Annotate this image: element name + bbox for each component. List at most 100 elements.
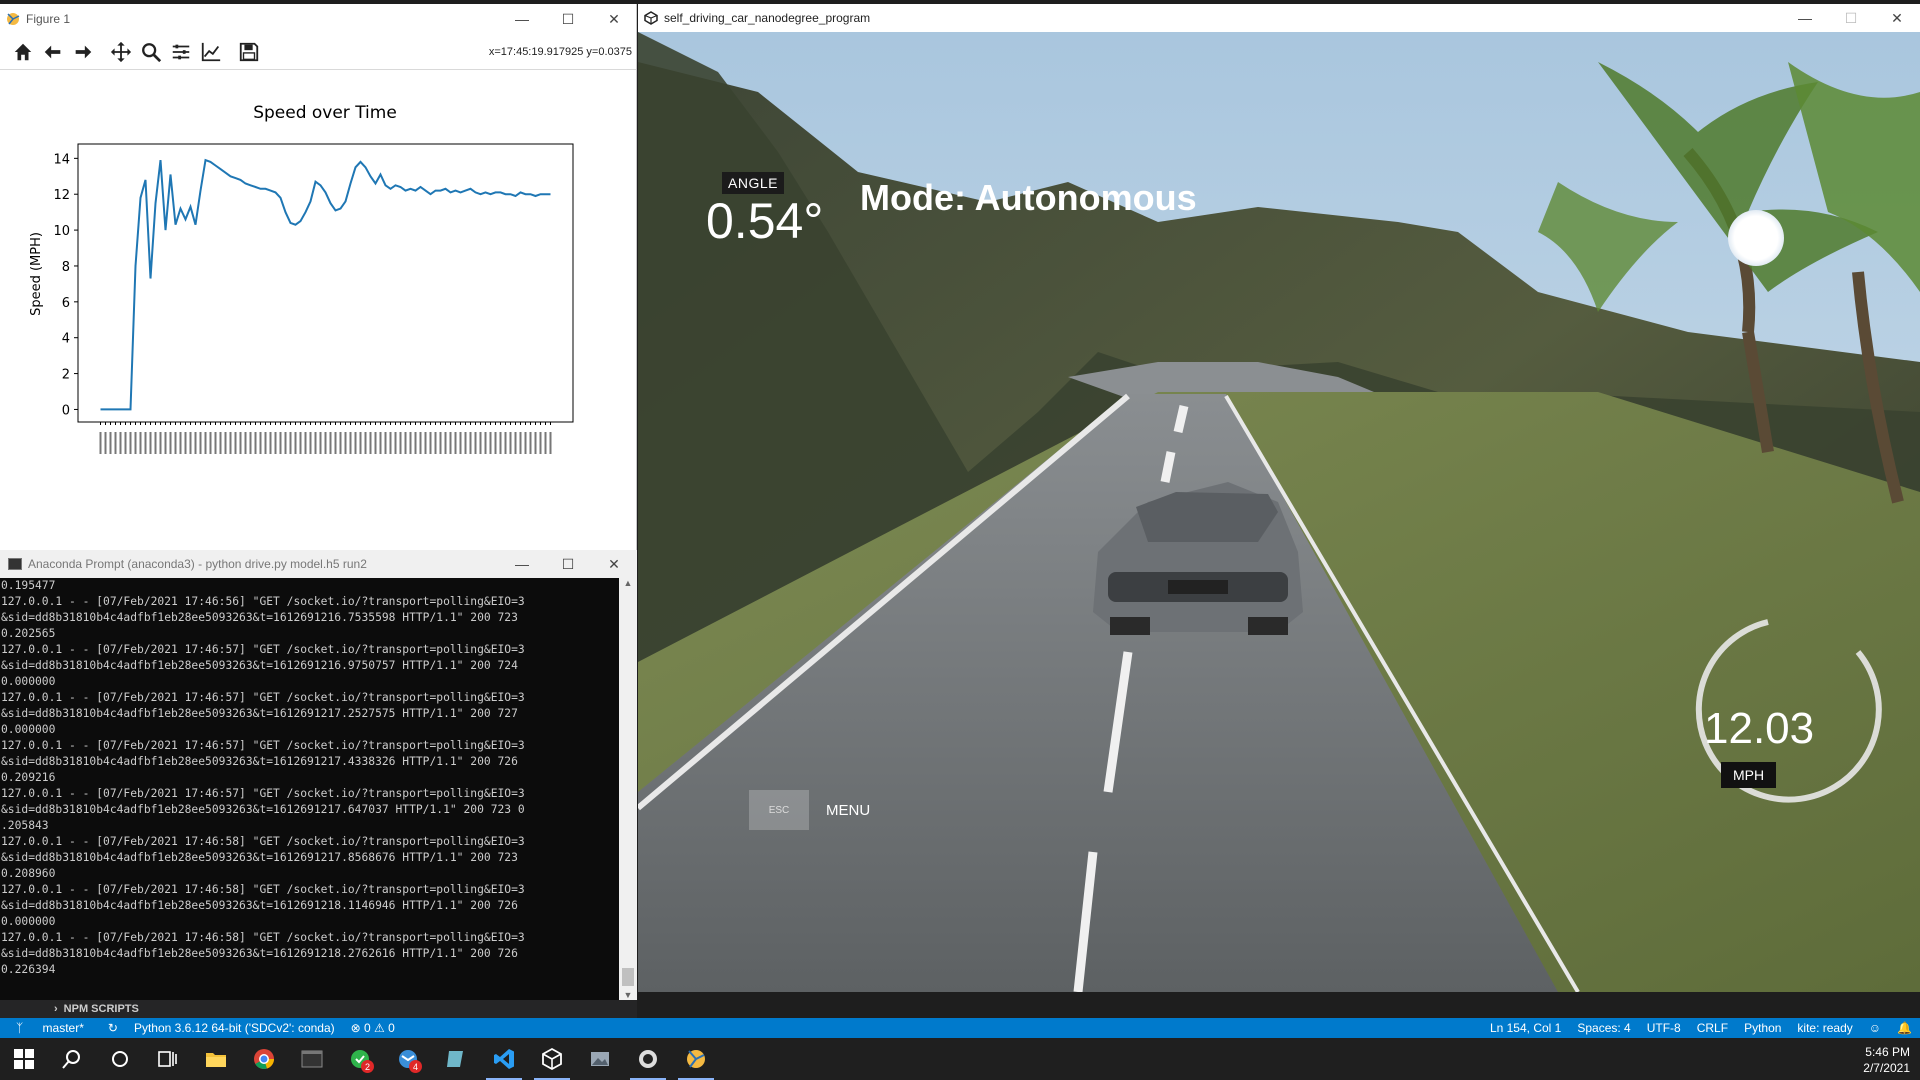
console-line: &sid=dd8b31810b4c4adfbf1eb28ee5093263&t=… bbox=[1, 659, 518, 672]
problems-indicator[interactable]: ⊗ 0 ⚠ 0 bbox=[343, 1021, 403, 1035]
x-tick-label bbox=[224, 432, 227, 454]
sim-close-button[interactable]: ✕ bbox=[1874, 4, 1920, 32]
maximize-button[interactable]: ☐ bbox=[545, 4, 591, 34]
encoding[interactable]: UTF-8 bbox=[1639, 1021, 1689, 1035]
x-tick-label bbox=[469, 432, 472, 454]
terminal-icon[interactable] bbox=[288, 1038, 336, 1080]
angle-value: 0.54° bbox=[706, 193, 824, 249]
speed-chart[interactable]: Speed over Time Speed (MPH) 0 2 4 6 8 10 12 14 bbox=[0, 70, 637, 548]
prompt-title: Anaconda Prompt (anaconda3) - python dri… bbox=[28, 557, 367, 571]
console-line: 0.208960 bbox=[1, 867, 56, 880]
prompt-titlebar[interactable]: Anaconda Prompt (anaconda3) - python dri… bbox=[0, 550, 637, 578]
menu-button[interactable]: MENU bbox=[826, 802, 870, 819]
x-tick-label bbox=[169, 432, 172, 454]
y-tick-label: 8 bbox=[62, 260, 70, 275]
messaging-app-icon[interactable]: 2 bbox=[336, 1038, 384, 1080]
clock-date: 2/7/2021 bbox=[1863, 1061, 1910, 1075]
console-line: 0.202565 bbox=[1, 627, 56, 640]
notifications-icon[interactable]: 🔔 bbox=[1889, 1021, 1920, 1035]
x-tick-label bbox=[249, 432, 252, 454]
python-figure-icon[interactable] bbox=[672, 1038, 720, 1080]
x-tick-label bbox=[209, 432, 212, 454]
back-icon[interactable] bbox=[38, 37, 68, 67]
unity-taskbar-icon[interactable] bbox=[528, 1038, 576, 1080]
x-tick-label bbox=[239, 432, 242, 454]
x-tick-label bbox=[279, 432, 282, 454]
console-line: .205843 bbox=[1, 819, 49, 832]
chrome-icon[interactable] bbox=[240, 1038, 288, 1080]
figure-titlebar[interactable]: Figure 1 — ☐ ✕ bbox=[0, 4, 636, 34]
speed-value: 12.03 bbox=[1704, 704, 1815, 753]
y-tick-label: 4 bbox=[62, 332, 70, 347]
sim-maximize-button[interactable]: ☐ bbox=[1828, 4, 1874, 32]
console-line: &sid=dd8b31810b4c4adfbf1eb28ee5093263&t=… bbox=[1, 947, 518, 960]
sim-minimize-button[interactable]: — bbox=[1782, 4, 1828, 32]
notes-app-icon[interactable] bbox=[432, 1038, 480, 1080]
start-icon[interactable] bbox=[0, 1038, 48, 1080]
prompt-minimize-button[interactable]: — bbox=[499, 550, 545, 578]
x-tick-label bbox=[99, 432, 102, 454]
pan-icon[interactable] bbox=[106, 37, 136, 67]
console-line: 127.0.0.1 - - [07/Feb/2021 17:46:57] "GE… bbox=[1, 739, 525, 752]
speed-unit: MPH bbox=[1721, 762, 1777, 788]
x-tick-label bbox=[129, 432, 132, 454]
zoom-icon[interactable] bbox=[136, 37, 166, 67]
chart-xtick-labels bbox=[99, 422, 552, 454]
simulator-titlebar[interactable]: self_driving_car_nanodegree_program — ☐ … bbox=[638, 4, 1920, 32]
close-button[interactable]: ✕ bbox=[591, 4, 637, 34]
simulator-viewport[interactable]: ANGLE 0.54° Mode: Autonomous 12.03 MPH E… bbox=[638, 32, 1920, 992]
sync-icon[interactable]: ↻ bbox=[100, 1021, 126, 1035]
prompt-maximize-button[interactable]: ☐ bbox=[545, 550, 591, 578]
home-icon[interactable] bbox=[8, 37, 38, 67]
x-tick-label bbox=[539, 432, 542, 454]
npm-scripts-panel[interactable]: › NPM SCRIPTS bbox=[0, 1000, 637, 1018]
search-icon[interactable] bbox=[48, 1038, 96, 1080]
forward-icon[interactable] bbox=[68, 37, 98, 67]
language-mode[interactable]: Python bbox=[1736, 1021, 1789, 1035]
x-tick-label bbox=[484, 432, 487, 454]
feedback-icon[interactable]: ☺ bbox=[1861, 1021, 1889, 1035]
scroll-up-icon[interactable]: ▲ bbox=[619, 578, 637, 594]
end-of-line[interactable]: CRLF bbox=[1689, 1021, 1736, 1035]
mail-app-icon[interactable]: 4 bbox=[384, 1038, 432, 1080]
image-viewer-icon[interactable] bbox=[576, 1038, 624, 1080]
cortana-icon[interactable] bbox=[96, 1038, 144, 1080]
figure-title: Figure 1 bbox=[26, 12, 71, 26]
y-tick-label: 2 bbox=[62, 368, 70, 383]
cursor-position[interactable]: Ln 154, Col 1 bbox=[1482, 1021, 1569, 1035]
unity-hub-icon[interactable] bbox=[624, 1038, 672, 1080]
x-tick-label bbox=[339, 432, 342, 454]
console-line: 127.0.0.1 - - [07/Feb/2021 17:46:58] "GE… bbox=[1, 835, 525, 848]
python-interpreter[interactable]: Python 3.6.12 64-bit ('SDCv2': conda) bbox=[126, 1021, 343, 1035]
console-output[interactable]: 0.195477 127.0.0.1 - - [07/Feb/2021 17:46… bbox=[0, 578, 619, 1006]
x-tick-label bbox=[494, 432, 497, 454]
esc-button[interactable]: ESC bbox=[749, 790, 809, 830]
prompt-close-button[interactable]: ✕ bbox=[591, 550, 637, 578]
x-tick-label bbox=[194, 432, 197, 454]
x-tick-label bbox=[504, 432, 507, 454]
console-line: 0.000000 bbox=[1, 723, 56, 736]
task-view-icon[interactable] bbox=[144, 1038, 192, 1080]
indentation[interactable]: Spaces: 4 bbox=[1569, 1021, 1638, 1035]
minimize-button[interactable]: — bbox=[499, 4, 545, 34]
matplotlib-icon bbox=[6, 12, 20, 26]
plot-area[interactable]: Speed over Time Speed (MPH) 0 2 4 6 8 10 12 14 bbox=[0, 70, 637, 548]
edit-axis-icon[interactable] bbox=[196, 37, 226, 67]
y-tick-label: 14 bbox=[53, 152, 70, 167]
vscode-icon[interactable] bbox=[480, 1038, 528, 1080]
scroll-thumb[interactable] bbox=[622, 968, 634, 986]
subplots-icon[interactable] bbox=[166, 37, 196, 67]
git-branch[interactable]: ᛉ master* bbox=[0, 1021, 100, 1035]
console-line: 0.209216 bbox=[1, 771, 56, 784]
console-line: 127.0.0.1 - - [07/Feb/2021 17:46:58] "GE… bbox=[1, 931, 525, 944]
x-tick-label bbox=[234, 432, 237, 454]
x-tick-label bbox=[489, 432, 492, 454]
console-scrollbar[interactable]: ▲ ▼ bbox=[619, 578, 637, 1006]
x-tick-label bbox=[514, 432, 517, 454]
file-explorer-icon[interactable] bbox=[192, 1038, 240, 1080]
system-clock[interactable]: 5:46 PM 2/7/2021 bbox=[1863, 1044, 1910, 1076]
y-tick-label: 10 bbox=[53, 224, 70, 239]
console-line: &sid=dd8b31810b4c4adfbf1eb28ee5093263&t=… bbox=[1, 803, 525, 816]
kite-status[interactable]: kite: ready bbox=[1789, 1021, 1860, 1035]
save-icon[interactable] bbox=[234, 37, 264, 67]
